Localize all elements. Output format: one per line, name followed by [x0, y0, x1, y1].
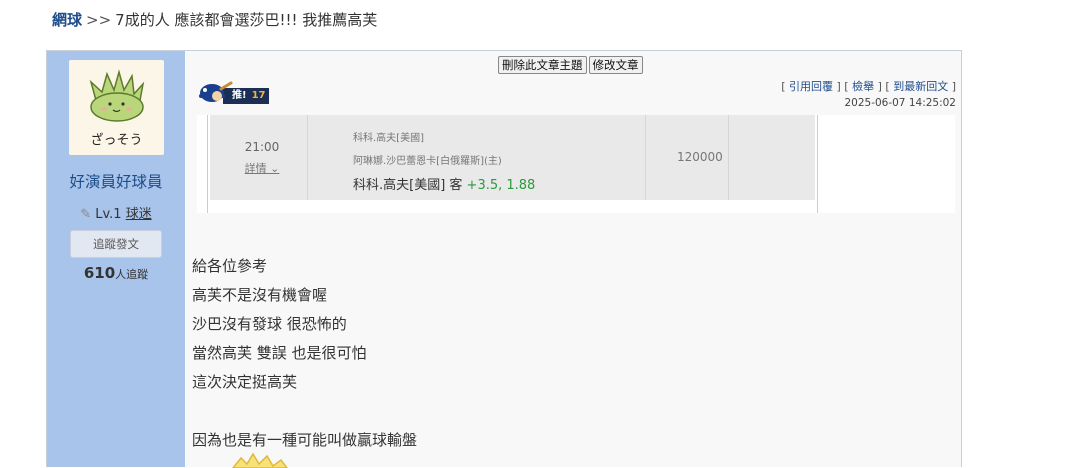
latest-reply-link[interactable]: 到最新回文	[893, 80, 948, 93]
avatar[interactable]: ざっそう	[69, 60, 164, 155]
bet-league: 科科.高夫[美國]	[353, 133, 424, 144]
body-line: 沙巴沒有發球 很恐怖的	[192, 315, 347, 333]
bet-amount: 120000	[677, 150, 723, 164]
bracket-text: ]	[833, 80, 841, 93]
post-body: 給各位參考 高芙不是沒有機會喔 沙巴沒有發球 很恐怖的 當然高芙 雙誤 也是很可…	[192, 252, 417, 455]
post-links: [ 引用回覆 ] [ 檢舉 ] [ 到最新回文 ]	[781, 78, 956, 94]
sticker-image	[232, 452, 288, 468]
push-label: 推!	[232, 90, 247, 101]
svg-text:ざっそう: ざっそう	[90, 132, 142, 148]
body-line	[192, 397, 417, 426]
body-line: 給各位參考	[192, 257, 268, 275]
push-button[interactable]: 推! 17	[195, 81, 285, 106]
baseball-player-icon	[199, 81, 233, 102]
post-date: 2025-06-07 14:25:02	[844, 97, 956, 109]
post-title: 7成的人 應該都會選莎巴!!! 我推薦高芙	[115, 11, 378, 29]
pencil-icon: ✎	[80, 207, 92, 222]
divider	[207, 115, 208, 213]
weed-mascot-icon: ざっそう	[89, 69, 145, 148]
breadcrumb-forum-link[interactable]: 網球	[52, 11, 82, 29]
follower-suffix: 人追蹤	[115, 268, 149, 281]
post-container: ざっそう 好演員好球員 ✎ Lv.1 球迷 追蹤發文 610人追蹤 刪除此文章主題…	[46, 50, 962, 468]
report-link[interactable]: 檢舉	[852, 80, 874, 93]
user-sidebar: ざっそう 好演員好球員 ✎ Lv.1 球迷 追蹤發文 610人追蹤	[47, 51, 185, 467]
bracket-text: [	[840, 80, 853, 93]
bet-odds: +3.5, 1.88	[466, 178, 536, 193]
bet-pick-text: 科科.高夫[美國] 客	[353, 178, 467, 193]
bet-pick: 科科.高夫[美國] 客 +3.5, 1.88	[353, 174, 535, 193]
bet-row: 21:00 詳情 ⌄ 科科.高夫[美國] 阿琳娜.沙巴蕾恩卡[白俄羅斯](主) …	[210, 115, 815, 200]
divider	[817, 115, 818, 213]
bet-table: 21:00 詳情 ⌄ 科科.高夫[美國] 阿琳娜.沙巴蕾恩卡[白俄羅斯](主) …	[197, 115, 955, 213]
bet-time: 21:00	[244, 140, 280, 154]
user-level: ✎ Lv.1 球迷	[47, 203, 185, 222]
chevron-down-icon: ⌄	[270, 162, 280, 175]
follow-button[interactable]: 追蹤發文	[70, 230, 162, 258]
bracket-text: [	[781, 80, 790, 93]
bet-detail-toggle[interactable]: 詳情 ⌄	[232, 160, 292, 176]
level-text: Lv.1	[95, 207, 122, 222]
post-main: 刪除此文章主題 修改文章 推! 17 [ 引用回覆 ] [ 檢舉 ] [ 到最新回文…	[185, 51, 961, 468]
follower-count: 610人追蹤	[47, 264, 185, 282]
breadcrumb-separator: >>	[86, 11, 112, 29]
body-line: 高芙不是沒有機會喔	[192, 286, 328, 304]
body-line: 當然高芙 雙誤 也是很可怕	[192, 344, 367, 362]
bracket-text: ]	[948, 80, 956, 93]
body-line: 這次決定挺高芙	[192, 373, 298, 391]
bet-matchup: 阿琳娜.沙巴蕾恩卡[白俄羅斯](主)	[353, 156, 502, 167]
bracket-text: ]	[874, 80, 882, 93]
delete-topic-button[interactable]: 刪除此文章主題	[498, 56, 587, 74]
username[interactable]: 好演員好球員	[47, 170, 185, 192]
breadcrumb: 網球 >> 7成的人 應該都會選莎巴!!! 我推薦高芙	[52, 9, 377, 30]
quote-reply-link[interactable]: 引用回覆	[789, 80, 833, 93]
follower-number: 610	[83, 264, 116, 282]
bracket-text: [	[881, 80, 894, 93]
edit-post-button[interactable]: 修改文章	[588, 56, 643, 74]
rank-link[interactable]: 球迷	[126, 207, 152, 222]
push-count: 17	[251, 90, 266, 101]
bet-time-cell	[210, 115, 308, 200]
bet-detail-label: 詳情	[244, 162, 267, 175]
post-actions: 刪除此文章主題 修改文章	[498, 54, 645, 74]
body-line: 因為也是有一種可能叫做贏球輸盤	[192, 431, 418, 449]
